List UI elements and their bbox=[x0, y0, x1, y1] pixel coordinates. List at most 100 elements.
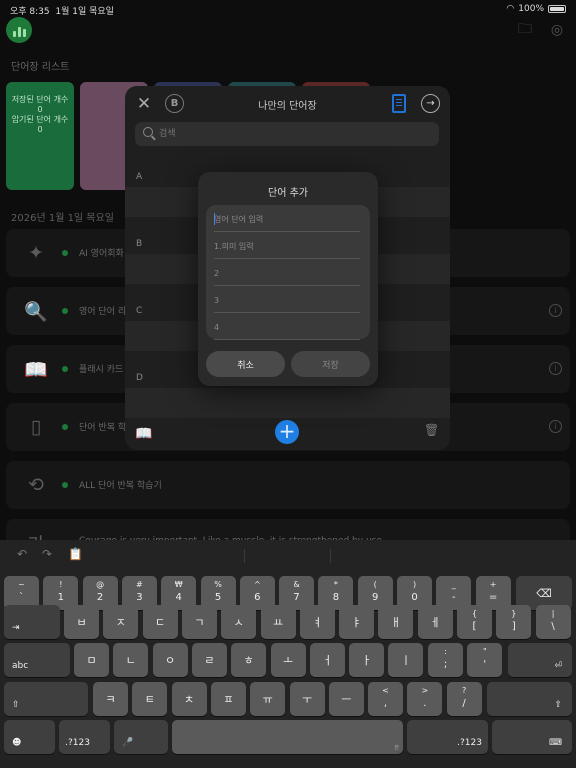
cancel-button[interactable]: 취소 bbox=[206, 351, 285, 377]
key[interactable]: ㄷ bbox=[142, 605, 178, 639]
key[interactable]: ㅇ bbox=[152, 643, 188, 677]
key[interactable]: ㅜ bbox=[289, 682, 325, 716]
space-key[interactable]: 한 bbox=[172, 720, 403, 754]
meaning-3-input[interactable] bbox=[214, 293, 360, 307]
app-logo[interactable] bbox=[6, 17, 32, 43]
key[interactable]: ㅎ bbox=[231, 643, 267, 677]
key-shift-symbol: _ bbox=[451, 580, 456, 589]
key[interactable]: ㅅ bbox=[221, 605, 257, 639]
shift-key-left[interactable]: ⇧ bbox=[4, 682, 88, 716]
key-char: ㅅ bbox=[233, 616, 244, 629]
status-dot bbox=[62, 308, 68, 314]
book-icon[interactable] bbox=[392, 94, 406, 113]
numbers-key-right[interactable]: .?123 bbox=[407, 720, 488, 754]
meaning-4-input[interactable] bbox=[214, 320, 360, 334]
key-char: ㅍ bbox=[223, 693, 234, 706]
key-char: ㅋ bbox=[105, 693, 116, 706]
paste-icon[interactable]: 📋 bbox=[68, 547, 83, 561]
key-shift-symbol: # bbox=[136, 580, 143, 589]
info-icon[interactable]: i bbox=[549, 420, 562, 433]
key[interactable]: ㅈ bbox=[103, 605, 139, 639]
key[interactable]: <, bbox=[368, 682, 403, 716]
feature-row[interactable]: ⟲ ALL 단어 반복 학습기 bbox=[6, 461, 570, 509]
word-list-search-icon: 🔍 bbox=[24, 300, 48, 323]
key[interactable]: ㅠ bbox=[250, 682, 286, 716]
trash-icon[interactable]: 🗑 bbox=[424, 423, 439, 439]
numbers-key-left[interactable]: .?123 bbox=[59, 720, 110, 754]
key[interactable]: ㅌ bbox=[132, 682, 168, 716]
emoji-key[interactable]: ☻ bbox=[4, 720, 55, 754]
key-symbol: 0 bbox=[411, 592, 418, 603]
compass-icon[interactable]: ◎ bbox=[546, 20, 568, 40]
key[interactable]: {[ bbox=[457, 605, 492, 639]
key[interactable]: ㅡ bbox=[328, 682, 364, 716]
key-symbol: 4 bbox=[175, 592, 182, 603]
key[interactable]: ㅐ bbox=[378, 605, 414, 639]
search-input[interactable] bbox=[159, 126, 429, 142]
key[interactable]: ? / bbox=[446, 682, 482, 716]
shift-key-right[interactable]: ⇧ bbox=[487, 682, 572, 716]
undo-icon[interactable]: ↶ bbox=[17, 547, 27, 561]
key[interactable]: ㅊ bbox=[171, 682, 207, 716]
shift-icon: ⇧ bbox=[554, 700, 562, 710]
key[interactable]: ㅂ bbox=[64, 605, 99, 639]
wifi-icon: ◠ bbox=[506, 4, 515, 14]
meaning-1-field[interactable] bbox=[214, 232, 360, 259]
section-header-a: A bbox=[136, 172, 143, 182]
english-word-field[interactable] bbox=[214, 205, 360, 232]
dictation-key[interactable]: 🎤 bbox=[114, 720, 168, 754]
key[interactable]: ㄱ bbox=[181, 605, 217, 639]
return-key[interactable]: ⏎ bbox=[508, 643, 572, 677]
key[interactable]: ㅔ bbox=[417, 605, 453, 639]
english-word-input[interactable] bbox=[214, 212, 360, 226]
key[interactable]: ㅑ bbox=[339, 605, 375, 639]
arrow-right-icon[interactable]: → bbox=[421, 94, 440, 113]
key-symbol: / bbox=[462, 698, 466, 709]
key[interactable]: ㅛ bbox=[260, 605, 296, 639]
open-book-icon[interactable]: 📖 bbox=[135, 426, 152, 442]
info-icon[interactable]: i bbox=[549, 362, 562, 375]
wordbook-card-summary[interactable]: 저장된 단어 개수 0 암기된 단어 개수 0 bbox=[6, 82, 74, 190]
key[interactable]: ㅋ bbox=[93, 682, 128, 716]
abc-key[interactable]: abc bbox=[4, 643, 70, 677]
key[interactable]: >. bbox=[407, 682, 443, 716]
key[interactable]: ㅁ bbox=[74, 643, 109, 677]
battery-percent: 100% bbox=[518, 4, 544, 14]
hide-keyboard-key[interactable]: ⌨ bbox=[492, 720, 572, 754]
key[interactable]: ㅏ bbox=[349, 643, 385, 677]
key[interactable]: ㅗ bbox=[270, 643, 306, 677]
save-button[interactable]: 저장 bbox=[291, 351, 370, 377]
key[interactable]: ㄹ bbox=[191, 643, 227, 677]
meaning-3-field[interactable] bbox=[214, 286, 360, 313]
key-char: ㅌ bbox=[144, 693, 155, 706]
meaning-2-field[interactable] bbox=[214, 259, 360, 286]
key-char: ㅁ bbox=[86, 654, 97, 667]
toolbar-divider bbox=[330, 549, 331, 563]
meaning-1-input[interactable] bbox=[214, 239, 360, 253]
key[interactable]: }] bbox=[496, 605, 532, 639]
key-shift-symbol: + bbox=[489, 580, 497, 589]
meaning-2-input[interactable] bbox=[214, 266, 360, 280]
key[interactable]: ㅣ bbox=[388, 643, 424, 677]
folder-icon[interactable]: 🗀 bbox=[514, 20, 536, 40]
section-band-d bbox=[125, 388, 450, 418]
key[interactable]: ㅓ bbox=[309, 643, 345, 677]
key[interactable]: " ' bbox=[467, 643, 503, 677]
info-icon[interactable]: i bbox=[549, 304, 562, 317]
redo-icon[interactable]: ↷ bbox=[42, 547, 52, 561]
saved-words-label: 저장된 단어 개수 bbox=[11, 95, 69, 104]
key-symbol: , bbox=[383, 698, 388, 709]
search-box[interactable] bbox=[135, 122, 439, 146]
tab-key[interactable]: ⇥ bbox=[4, 605, 60, 639]
key-char: ㅣ bbox=[400, 654, 411, 667]
key[interactable]: ㅕ bbox=[299, 605, 335, 639]
meaning-4-field[interactable] bbox=[214, 313, 360, 340]
add-word-button[interactable]: + bbox=[275, 420, 299, 444]
key[interactable]: :; bbox=[428, 643, 463, 677]
key[interactable]: ㅍ bbox=[210, 682, 246, 716]
key-shift-symbol: | bbox=[551, 609, 555, 618]
key-shift-symbol: ₩ bbox=[174, 580, 183, 589]
key[interactable]: ㄴ bbox=[113, 643, 149, 677]
key-shift-symbol: > bbox=[421, 686, 429, 695]
key[interactable]: | \ bbox=[535, 605, 571, 639]
